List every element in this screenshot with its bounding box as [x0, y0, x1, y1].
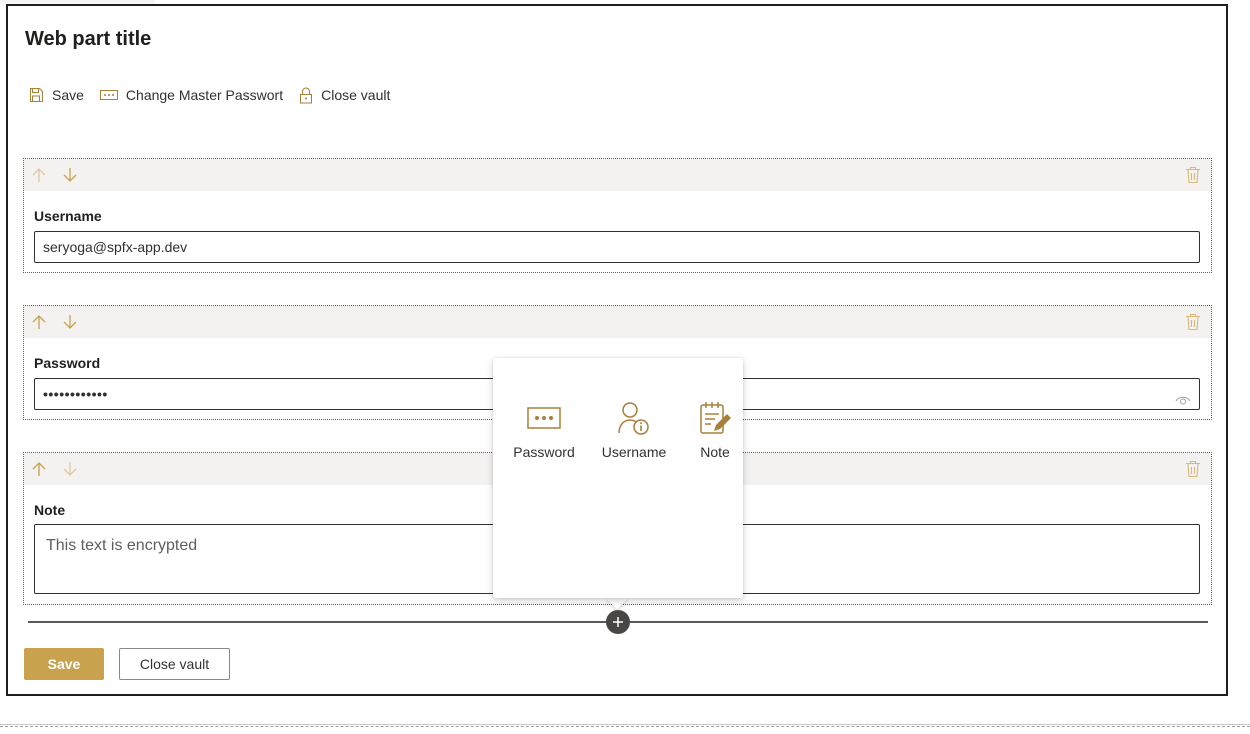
add-username-label: Username [601, 444, 667, 460]
close-vault-button[interactable]: Close vault [119, 648, 230, 680]
note-label: Note [34, 502, 66, 518]
password-masked-value: •••••••••••• [43, 386, 108, 402]
move-down-button[interactable] [60, 312, 80, 332]
move-down-button[interactable] [60, 165, 80, 185]
save-button[interactable]: Save [24, 648, 104, 680]
block-toolbar [24, 159, 1211, 191]
arrow-up-icon [32, 168, 46, 182]
trash-icon [1186, 166, 1200, 184]
trash-icon [1186, 460, 1200, 478]
change-master-password-label: Change Master Passwort [125, 87, 284, 103]
block-toolbar [24, 306, 1211, 338]
add-block-menu: Password Username Note [493, 358, 743, 598]
delete-button[interactable] [1185, 313, 1203, 331]
save-command[interactable]: Save [28, 87, 84, 103]
add-note-label: Note [700, 444, 730, 460]
webpart-title: Web part title [25, 28, 152, 50]
add-block-menu-items: Password Username Note [501, 398, 749, 460]
close-vault-label: Close vault [321, 87, 391, 103]
password-label: Password [34, 355, 101, 371]
move-up-button[interactable] [29, 312, 49, 332]
delete-button[interactable] [1185, 166, 1203, 184]
username-block: Username seryoga@spfx-app.dev [23, 158, 1212, 273]
add-note-item[interactable]: Note [681, 398, 749, 460]
move-up-button[interactable] [29, 165, 49, 185]
add-username-item[interactable]: Username [587, 398, 681, 460]
arrow-up-icon [32, 315, 46, 329]
webpart-frame: Web part title Save Change Master Passwo… [6, 4, 1228, 696]
plus-icon [613, 617, 623, 627]
eye-icon [1175, 396, 1191, 405]
add-block-button[interactable] [606, 610, 630, 634]
note-icon [700, 402, 731, 434]
close-vault-command[interactable]: Close vault [299, 87, 390, 104]
username-input[interactable]: seryoga@spfx-app.dev [34, 231, 1200, 263]
command-bar: Save Change Master Passwort Close vault [28, 84, 406, 106]
save-command-label: Save [52, 87, 84, 103]
move-down-button[interactable] [60, 459, 80, 479]
arrow-down-icon [63, 168, 77, 182]
reveal-password-button[interactable] [1175, 386, 1191, 409]
arrow-down-icon [63, 462, 77, 476]
add-password-label: Password [513, 444, 575, 460]
arrow-up-icon [32, 462, 46, 476]
delete-button[interactable] [1185, 460, 1203, 478]
password-field-icon [99, 90, 118, 100]
user-info-icon [618, 402, 649, 435]
change-master-password-command[interactable]: Change Master Passwort [99, 87, 284, 103]
save-icon [30, 88, 43, 102]
trash-icon [1186, 313, 1200, 331]
lock-icon [300, 87, 313, 103]
arrow-down-icon [63, 315, 77, 329]
password-icon [527, 407, 561, 429]
add-password-item[interactable]: Password [501, 398, 587, 460]
username-label: Username [34, 208, 102, 224]
move-up-button[interactable] [29, 459, 49, 479]
page-bottom-separator [0, 724, 1250, 727]
